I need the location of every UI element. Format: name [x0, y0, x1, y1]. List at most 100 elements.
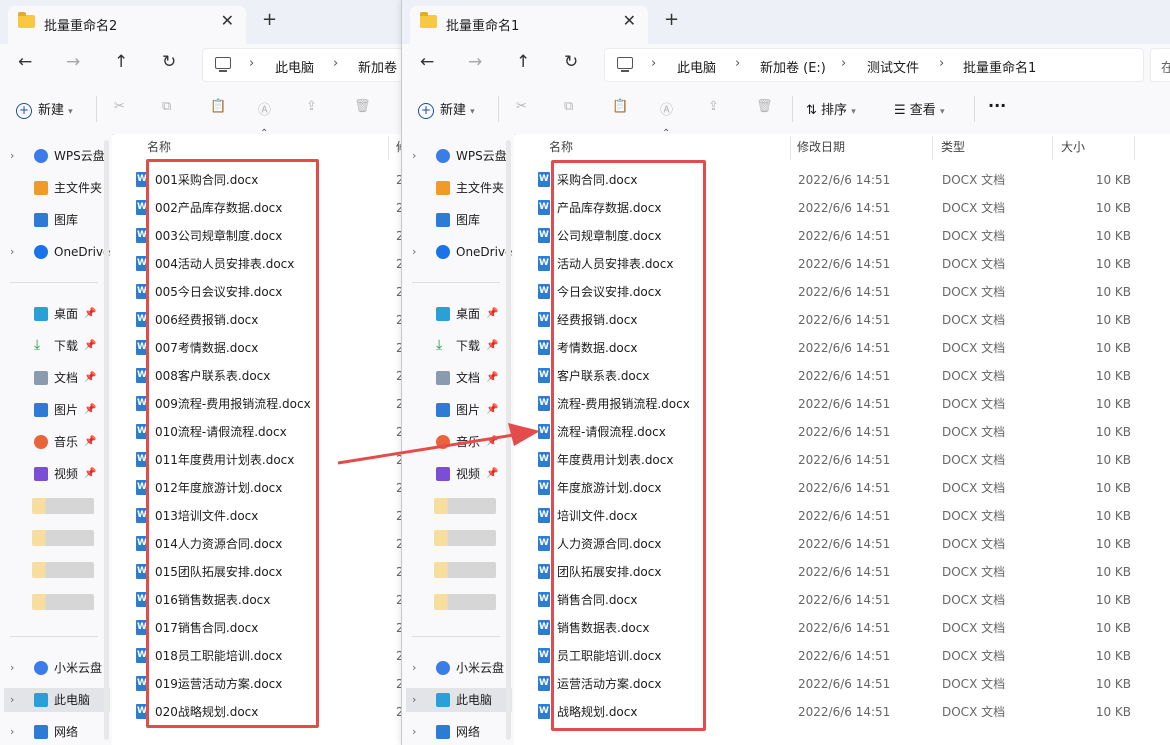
sidebar-item-music[interactable]: 音乐 📌: [412, 430, 512, 454]
up-arrow-icon[interactable]: ↑: [114, 52, 128, 72]
file-row[interactable]: W018员工职能培训.docx20: [114, 642, 402, 670]
new-tab-button[interactable]: +: [262, 9, 277, 30]
sidebar-item-onedrive[interactable]: › OneDrive: [412, 240, 512, 264]
sidebar-scrollbar[interactable]: [104, 140, 109, 740]
file-row[interactable]: W 年度旅游计划.docx 2022/6/6 14:51 DOCX 文档 10 KB: [516, 474, 1170, 502]
sidebar-item-downloads[interactable]: ⤓ 下载 📌: [412, 334, 512, 358]
breadcrumb-test-folder[interactable]: 测试文件: [867, 57, 919, 76]
breadcrumb-drive[interactable]: 新加卷: [358, 57, 397, 76]
column-header-type[interactable]: 类型: [941, 138, 965, 155]
new-button[interactable]: + 新建 ▾: [16, 99, 73, 119]
file-row[interactable]: W 公司规章制度.docx 2022/6/6 14:51 DOCX 文档 10 KB: [516, 222, 1170, 250]
sidebar-item-this-pc[interactable]: › 此电脑: [4, 688, 110, 712]
sidebar-item-xiaomi[interactable]: › 小米云盘: [10, 656, 110, 680]
sidebar-item-gallery[interactable]: 图库: [10, 208, 110, 232]
file-row[interactable]: W 活动人员安排表.docx 2022/6/6 14:51 DOCX 文档 10 KB: [516, 250, 1170, 278]
file-row[interactable]: W005今日会议安排.docx20: [114, 278, 402, 306]
file-row[interactable]: W 年度费用计划表.docx 2022/6/6 14:51 DOCX 文档 10 KB: [516, 446, 1170, 474]
column-header-name[interactable]: 名称: [549, 138, 573, 155]
sidebar-item-home[interactable]: 主文件夹: [412, 176, 512, 200]
file-row[interactable]: W 销售合同.docx 2022/6/6 14:51 DOCX 文档 10 KB: [516, 586, 1170, 614]
file-row[interactable]: W 员工职能培训.docx 2022/6/6 14:51 DOCX 文档 10 KB: [516, 642, 1170, 670]
file-row[interactable]: W001采购合同.docx20: [114, 166, 402, 194]
sidebar-item-documents[interactable]: 文档 📌: [412, 366, 512, 390]
file-row[interactable]: W 流程-费用报销流程.docx 2022/6/6 14:51 DOCX 文档 10 K…: [516, 390, 1170, 418]
file-row[interactable]: W 运营活动方案.docx 2022/6/6 14:51 DOCX 文档 10 KB: [516, 670, 1170, 698]
sidebar-scrollbar[interactable]: [506, 140, 511, 740]
delete-icon[interactable]: 🗑: [354, 99, 371, 114]
file-row[interactable]: W016销售数据表.docx20: [114, 586, 402, 614]
file-row[interactable]: W 战略规划.docx 2022/6/6 14:51 DOCX 文档 10 KB: [516, 698, 1170, 726]
rename-icon[interactable]: Ⓐ: [660, 99, 673, 118]
paste-icon[interactable]: 📋: [612, 99, 628, 114]
sidebar-item-downloads[interactable]: ⤓ 下载 📌: [10, 334, 110, 358]
column-header-size[interactable]: 大小: [1061, 138, 1085, 155]
file-row[interactable]: W008客户联系表.docx20: [114, 362, 402, 390]
rename-icon[interactable]: Ⓐ: [258, 99, 271, 118]
up-arrow-icon[interactable]: ↑: [516, 52, 530, 72]
share-icon[interactable]: ⇪: [708, 99, 719, 114]
sidebar-item-onedrive[interactable]: › OneDrive: [10, 240, 110, 264]
cut-icon[interactable]: ✂: [114, 99, 125, 114]
file-row[interactable]: W009流程-费用报销流程.docx20: [114, 390, 402, 418]
sidebar-item-videos[interactable]: 视频 📌: [10, 462, 110, 486]
file-row[interactable]: W 客户联系表.docx 2022/6/6 14:51 DOCX 文档 10 KB: [516, 362, 1170, 390]
search-box[interactable]: 在: [1150, 48, 1170, 82]
file-row[interactable]: W 培训文件.docx 2022/6/6 14:51 DOCX 文档 10 KB: [516, 502, 1170, 530]
sidebar-item-pictures[interactable]: 图片 📌: [10, 398, 110, 422]
file-row[interactable]: W019运营活动方案.docx20: [114, 670, 402, 698]
forward-arrow-icon[interactable]: →: [468, 52, 482, 72]
copy-icon[interactable]: ⧉: [162, 99, 171, 114]
close-tab-icon[interactable]: ✕: [623, 11, 636, 30]
sidebar-item-wps[interactable]: › WPS云盘: [10, 144, 110, 168]
file-row[interactable]: W010流程-请假流程.docx20: [114, 418, 402, 446]
tab-rename2[interactable]: 批量重命名2 ✕: [8, 6, 246, 44]
breadcrumb-current[interactable]: 批量重命名1: [963, 57, 1036, 76]
column-header-date[interactable]: 修改日期: [797, 138, 845, 155]
file-row[interactable]: W 人力资源合同.docx 2022/6/6 14:51 DOCX 文档 10 KB: [516, 530, 1170, 558]
address-bar[interactable]: › 此电脑 › 新加卷: [202, 48, 402, 82]
breadcrumb-this-pc[interactable]: 此电脑: [677, 57, 716, 76]
forward-arrow-icon[interactable]: →: [66, 52, 80, 72]
sidebar-item-desktop[interactable]: 桌面 📌: [10, 302, 110, 326]
sidebar-item-music[interactable]: 音乐 📌: [10, 430, 110, 454]
address-bar[interactable]: › 此电脑 › 新加卷 (E:) › 测试文件 › 批量重命名1: [604, 48, 1144, 82]
new-button[interactable]: + 新建 ▾: [418, 99, 475, 119]
file-row[interactable]: W 流程-请假流程.docx 2022/6/6 14:51 DOCX 文档 10 KB: [516, 418, 1170, 446]
sidebar-item-home[interactable]: 主文件夹: [10, 176, 110, 200]
file-row[interactable]: W006经费报销.docx20: [114, 306, 402, 334]
sidebar-item-documents[interactable]: 文档 📌: [10, 366, 110, 390]
paste-icon[interactable]: 📋: [210, 99, 226, 114]
file-row[interactable]: W 今日会议安排.docx 2022/6/6 14:51 DOCX 文档 10 KB: [516, 278, 1170, 306]
file-row[interactable]: W 采购合同.docx 2022/6/6 14:51 DOCX 文档 10 KB: [516, 166, 1170, 194]
column-header-name[interactable]: 名称: [147, 138, 171, 155]
file-row[interactable]: W003公司规章制度.docx20: [114, 222, 402, 250]
back-arrow-icon[interactable]: ←: [420, 52, 434, 72]
new-tab-button[interactable]: +: [664, 9, 679, 30]
breadcrumb-drive[interactable]: 新加卷 (E:): [760, 57, 826, 76]
sidebar-item-desktop[interactable]: 桌面 📌: [412, 302, 512, 326]
tab-rename1[interactable]: 批量重命名1 ✕: [410, 6, 648, 44]
sort-button[interactable]: ⇅ 排序 ▾: [806, 99, 856, 118]
file-row[interactable]: W014人力资源合同.docx20: [114, 530, 402, 558]
file-row[interactable]: W020战略规划.docx20: [114, 698, 402, 726]
delete-icon[interactable]: 🗑: [756, 99, 773, 114]
file-row[interactable]: W013培训文件.docx20: [114, 502, 402, 530]
sidebar-item-xiaomi[interactable]: › 小米云盘: [412, 656, 512, 680]
breadcrumb-this-pc[interactable]: 此电脑: [275, 57, 314, 76]
file-row[interactable]: W004活动人员安排表.docx20: [114, 250, 402, 278]
refresh-icon[interactable]: ↻: [564, 52, 578, 72]
sidebar-item-pictures[interactable]: 图片 📌: [412, 398, 512, 422]
more-options-icon[interactable]: ···: [988, 96, 1006, 115]
file-row[interactable]: W015团队拓展安排.docx20: [114, 558, 402, 586]
file-row[interactable]: W 团队拓展安排.docx 2022/6/6 14:51 DOCX 文档 10 KB: [516, 558, 1170, 586]
sidebar-item-network[interactable]: › 网络: [412, 720, 512, 744]
view-button[interactable]: ☰ 查看 ▾: [894, 99, 944, 118]
sidebar-item-wps[interactable]: › WPS云盘: [412, 144, 512, 168]
copy-icon[interactable]: ⧉: [564, 99, 573, 114]
file-row[interactable]: W011年度费用计划表.docx20: [114, 446, 402, 474]
sidebar-item-videos[interactable]: 视频 📌: [412, 462, 512, 486]
sidebar-item-this-pc[interactable]: › 此电脑: [406, 688, 512, 712]
file-row[interactable]: W012年度旅游计划.docx20: [114, 474, 402, 502]
file-row[interactable]: W 销售数据表.docx 2022/6/6 14:51 DOCX 文档 10 KB: [516, 614, 1170, 642]
